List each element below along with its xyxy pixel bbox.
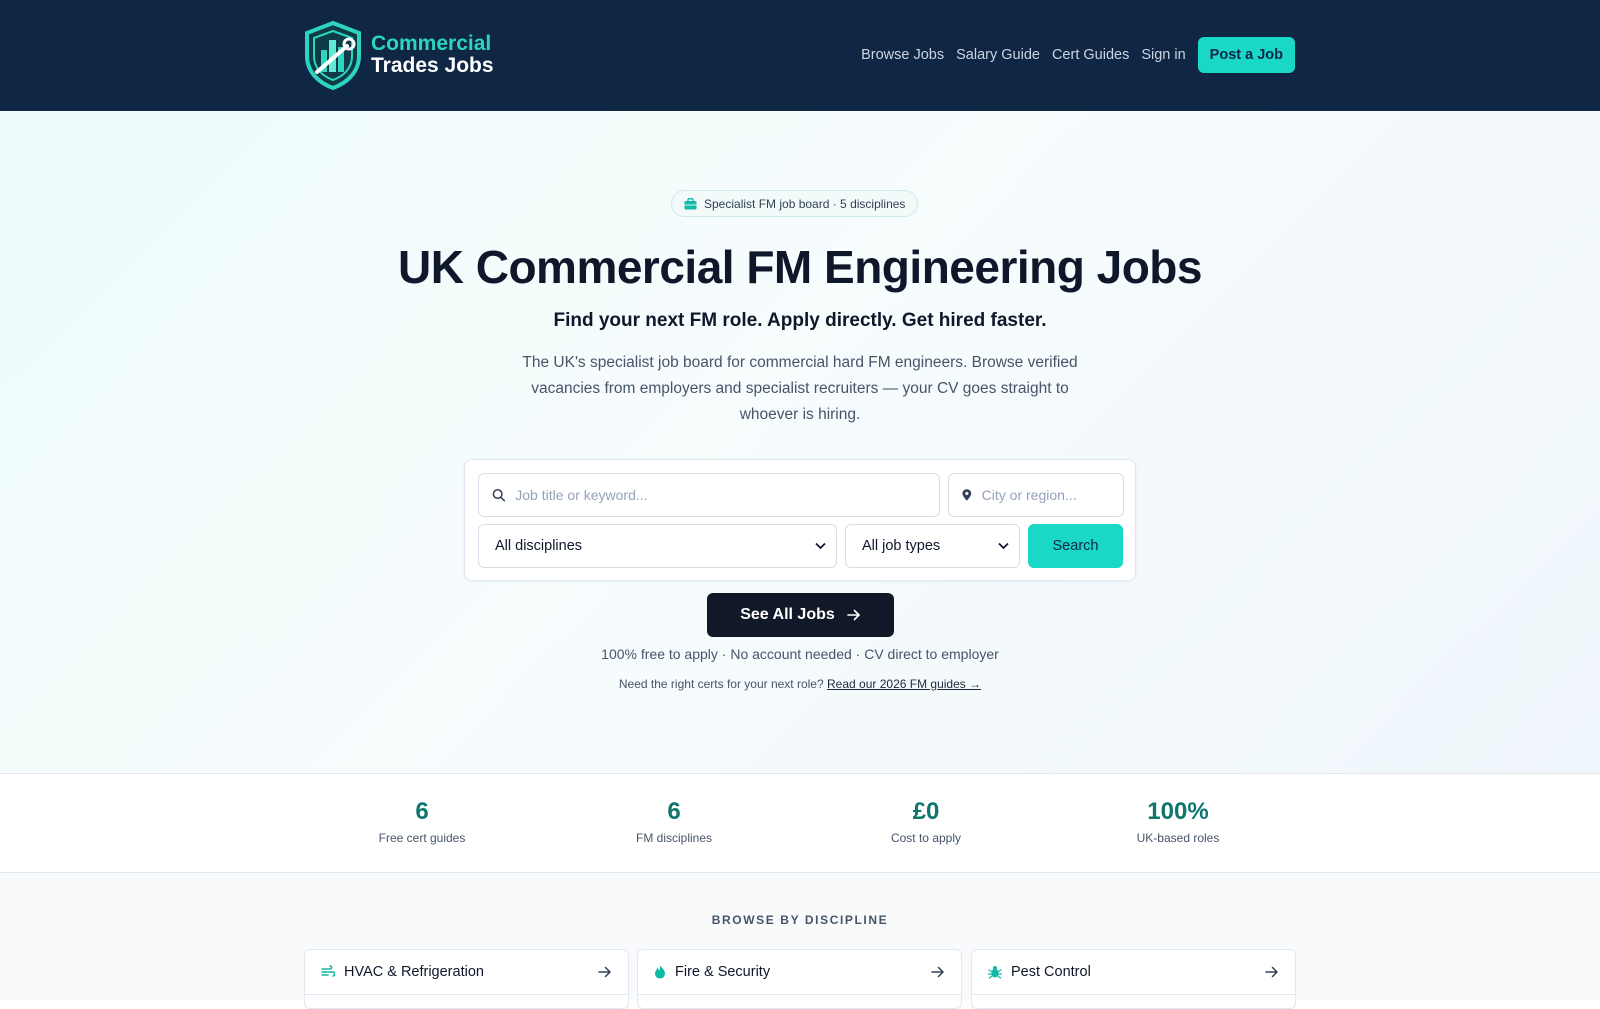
nav-salary-guide[interactable]: Salary Guide bbox=[956, 47, 1040, 63]
brand-line-1: Commercial bbox=[371, 32, 492, 55]
flame-icon bbox=[655, 965, 665, 979]
discipline-label: Pest Control bbox=[1011, 964, 1091, 980]
browse-by-discipline-section: BROWSE BY DISCIPLINE HVAC & Refrigeratio… bbox=[0, 873, 1600, 1009]
brand-line-2: Trades Jobs bbox=[371, 54, 494, 77]
map-pin-icon bbox=[962, 489, 972, 501]
stat-label: UK-based roles bbox=[1136, 831, 1220, 845]
location-field[interactable] bbox=[948, 473, 1124, 517]
main-nav: Browse Jobs Salary Guide Cert Guides Sig… bbox=[861, 37, 1295, 73]
stat-item: £0 Cost to apply bbox=[826, 798, 1026, 845]
arrow-right-icon bbox=[1265, 966, 1279, 978]
search-icon bbox=[492, 489, 506, 502]
nav-browse-jobs[interactable]: Browse Jobs bbox=[861, 47, 944, 63]
stat-item: 6 Free cert guides bbox=[322, 798, 522, 845]
site-header: Commercial Trades Jobs Browse Jobs Salar… bbox=[0, 0, 1600, 111]
stat-value: £0 bbox=[912, 798, 940, 825]
nav-cert-guides[interactable]: Cert Guides bbox=[1052, 47, 1129, 63]
job-type-selected-value: All job types bbox=[862, 538, 941, 554]
badge-text: Specialist FM job board · 5 disciplines bbox=[704, 196, 906, 211]
search-button[interactable]: Search bbox=[1028, 524, 1123, 568]
page-title: UK Commercial FM Engineering Jobs bbox=[398, 241, 1202, 293]
discipline-card-pest-control[interactable]: Pest Control bbox=[971, 949, 1296, 1009]
chevron-down-icon bbox=[815, 542, 826, 550]
see-all-jobs-button[interactable]: See All Jobs bbox=[707, 593, 894, 637]
specialist-badge: Specialist FM job board · 5 disciplines bbox=[671, 190, 919, 217]
arrow-right-icon bbox=[598, 966, 612, 978]
cert-guides-note: Need the right certs for your next role?… bbox=[0, 677, 1600, 691]
discipline-selected-value: All disciplines bbox=[495, 538, 583, 554]
location-input[interactable] bbox=[981, 487, 1123, 503]
bug-icon bbox=[988, 966, 1002, 979]
stat-label: Cost to apply bbox=[890, 831, 962, 845]
keyword-field[interactable] bbox=[478, 473, 940, 517]
see-all-label: See All Jobs bbox=[740, 606, 835, 623]
discipline-label: HVAC & Refrigeration bbox=[344, 964, 484, 980]
stat-label: Free cert guides bbox=[378, 831, 466, 845]
fan-icon bbox=[321, 965, 335, 977]
shield-wrench-logo-icon bbox=[305, 20, 361, 90]
discipline-card-fire-security[interactable]: Fire & Security bbox=[637, 949, 962, 1009]
stat-item: 6 FM disciplines bbox=[574, 798, 774, 845]
chevron-down-icon bbox=[998, 542, 1009, 550]
job-search-form: All disciplines All job types Search bbox=[464, 459, 1136, 581]
arrow-right-icon bbox=[931, 966, 945, 978]
stat-value: 6 bbox=[415, 798, 429, 825]
cert-note-prefix: Need the right certs for your next role? bbox=[618, 677, 824, 691]
cert-guides-link[interactable]: Read our 2026 FM guides → bbox=[827, 677, 981, 691]
briefcase-icon bbox=[684, 197, 697, 209]
brand-logo[interactable]: Commercial Trades Jobs bbox=[303, 20, 494, 90]
arrow-right-icon bbox=[846, 609, 860, 621]
job-type-select[interactable]: All job types bbox=[845, 524, 1020, 568]
discipline-label: Fire & Security bbox=[675, 964, 771, 980]
free-apply-note: 100% free to apply · No account needed ·… bbox=[601, 646, 999, 662]
stat-item: 100% UK-based roles bbox=[1078, 798, 1278, 845]
post-job-button[interactable]: Post a Job bbox=[1197, 37, 1295, 73]
stat-value: 100% bbox=[1147, 798, 1209, 825]
stats-bar: 6 Free cert guides 6 FM disciplines £0 C… bbox=[0, 773, 1600, 873]
page-subtitle: Find your next FM role. Apply directly. … bbox=[553, 310, 1047, 331]
stat-label: FM disciplines bbox=[635, 831, 713, 845]
discipline-select[interactable]: All disciplines bbox=[478, 524, 837, 568]
hero-description: The UK's specialist job board for commer… bbox=[522, 354, 1078, 423]
keyword-input[interactable] bbox=[515, 487, 939, 503]
section-heading: BROWSE BY DISCIPLINE bbox=[711, 913, 889, 927]
stat-value: 6 bbox=[667, 798, 681, 825]
discipline-card-hvac[interactable]: HVAC & Refrigeration bbox=[304, 949, 629, 1009]
nav-sign-in[interactable]: Sign in bbox=[1141, 47, 1185, 63]
